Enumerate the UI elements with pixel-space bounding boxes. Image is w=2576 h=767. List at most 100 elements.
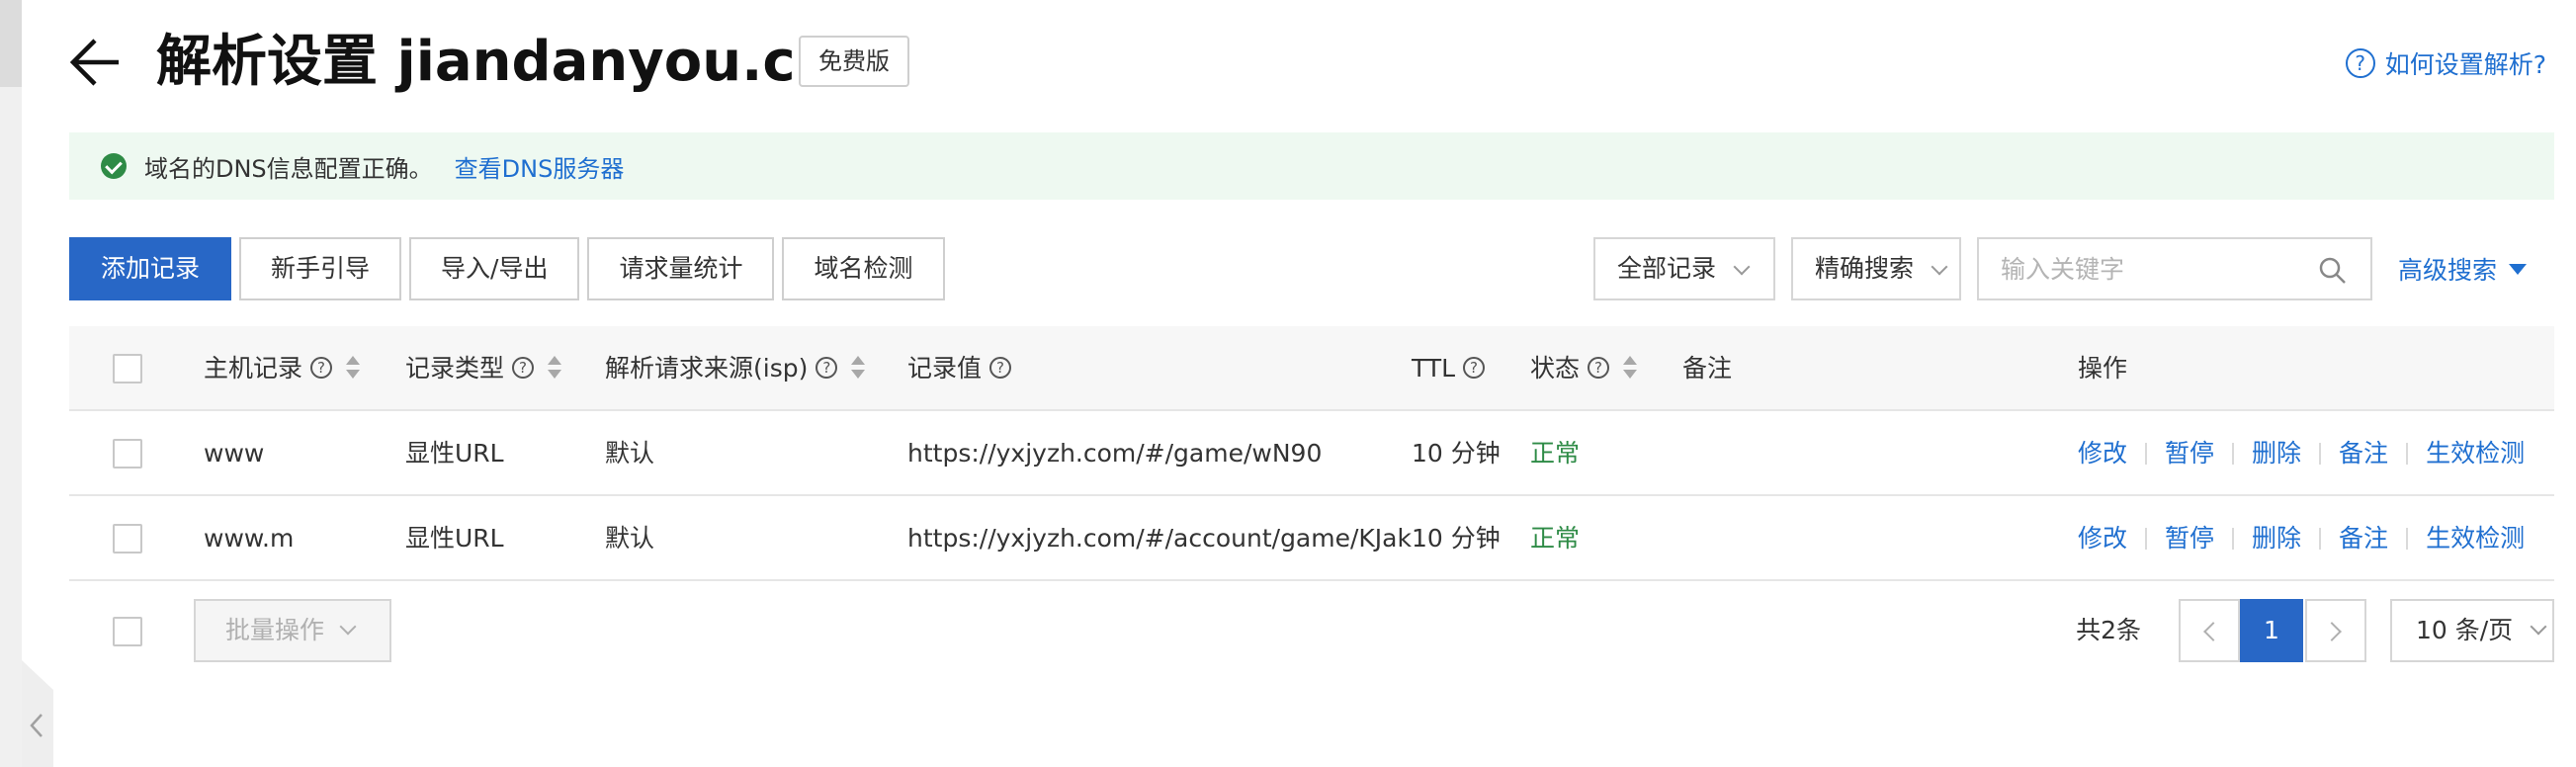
edit-link[interactable]: 修改 xyxy=(2078,411,2127,496)
footer-select-all-checkbox[interactable] xyxy=(113,617,142,646)
column-label: TTL xyxy=(1412,354,1456,383)
notice-message: 域名的DNS信息配置正确。 xyxy=(144,154,433,183)
column-label: 状态 xyxy=(1530,354,1581,383)
dns-status-notice: 域名的DNS信息配置正确。 查看DNS服务器 xyxy=(69,132,2554,200)
help-icon[interactable]: ? xyxy=(816,357,838,379)
column-label: 记录类型 xyxy=(405,354,505,383)
column-header-actions: 操作 xyxy=(2078,354,2128,383)
help-icon[interactable]: ? xyxy=(1588,357,1610,379)
help-icon[interactable]: ? xyxy=(310,357,333,379)
host-cell: www.m xyxy=(204,524,295,553)
chevron-down-icon xyxy=(1931,258,1948,276)
remark-link[interactable]: 备注 xyxy=(2339,496,2388,581)
chevron-down-icon xyxy=(1733,258,1751,276)
sort-icon[interactable] xyxy=(346,356,361,380)
table-header: 主机记录? 记录类型? 解析请求来源(isp)? 记录值? TTL? 状态? 备… xyxy=(69,326,2554,411)
host-cell: www xyxy=(204,439,265,468)
divider xyxy=(2145,443,2148,465)
advanced-search-label: 高级搜索 xyxy=(2398,256,2498,285)
table-row: www 显性URL 默认 https://yxjyzh.com/#/game/w… xyxy=(69,411,2554,496)
remark-link[interactable]: 备注 xyxy=(2339,411,2388,496)
column-label: 解析请求来源(isp) xyxy=(605,354,809,383)
sort-icon[interactable] xyxy=(1623,356,1638,380)
search-input[interactable] xyxy=(1979,239,2305,298)
sort-icon[interactable] xyxy=(851,356,866,380)
pause-link[interactable]: 暂停 xyxy=(2165,496,2214,581)
import-export-button[interactable]: 导入/导出 xyxy=(409,237,580,300)
divider xyxy=(2232,528,2235,550)
pause-link[interactable]: 暂停 xyxy=(2165,411,2214,496)
divider xyxy=(2406,443,2409,465)
beginner-guide-button[interactable]: 新手引导 xyxy=(239,237,402,300)
search-icon[interactable] xyxy=(2319,257,2347,285)
isp-cell: 默认 xyxy=(605,439,655,468)
column-header-value: 记录值? xyxy=(907,326,1012,411)
caret-down-icon xyxy=(2509,263,2528,275)
value-cell: https://yxjyzh.com/#/game/wN90 xyxy=(907,439,1323,468)
request-stats-button[interactable]: 请求量统计 xyxy=(587,237,775,300)
status-cell: 正常 xyxy=(1530,524,1581,553)
row-checkbox[interactable] xyxy=(113,524,142,554)
edition-badge: 免费版 xyxy=(799,36,909,87)
type-cell: 显性URL xyxy=(405,439,504,468)
batch-actions-dropdown[interactable]: 批量操作 xyxy=(194,599,391,662)
chevron-right-icon xyxy=(2322,622,2342,641)
divider xyxy=(2406,528,2409,550)
next-page-button[interactable] xyxy=(2305,599,2366,662)
column-header-isp[interactable]: 解析请求来源(isp)? xyxy=(605,326,866,411)
sort-icon[interactable] xyxy=(548,356,562,380)
column-header-status[interactable]: 状态? xyxy=(1530,326,1638,411)
chevron-down-icon xyxy=(339,618,357,636)
select-all-checkbox[interactable] xyxy=(113,354,142,384)
keyword-search-box xyxy=(1977,237,2372,300)
back-arrow-icon[interactable] xyxy=(69,38,123,87)
divider xyxy=(2319,528,2322,550)
edit-link[interactable]: 修改 xyxy=(2078,496,2127,581)
column-header-ttl: TTL? xyxy=(1412,326,1486,411)
help-icon[interactable]: ? xyxy=(512,357,535,379)
search-mode-value: 精确搜索 xyxy=(1815,254,1915,283)
record-toolbar: 添加记录 新手引导 导入/导出 请求量统计 域名检测 xyxy=(69,237,945,300)
prev-page-button[interactable] xyxy=(2179,599,2240,662)
help-icon[interactable]: ? xyxy=(989,357,1012,379)
column-header-type[interactable]: 记录类型? xyxy=(405,326,562,411)
table-footer: 批量操作 共2条 1 10 条/页 xyxy=(69,599,2554,666)
column-label: 记录值 xyxy=(907,354,983,383)
row-checkbox[interactable] xyxy=(113,439,142,469)
ttl-cell: 10 分钟 xyxy=(1412,524,1501,553)
sidebar-collapse-handle[interactable] xyxy=(22,660,53,767)
help-link[interactable]: ? 如何设置解析? xyxy=(2345,43,2546,83)
page-size-select[interactable]: 10 条/页 xyxy=(2390,599,2554,662)
domain-check-button[interactable]: 域名检测 xyxy=(782,237,945,300)
add-record-button[interactable]: 添加记录 xyxy=(69,237,232,300)
column-header-host[interactable]: 主机记录? xyxy=(204,326,361,411)
verify-link[interactable]: 生效检测 xyxy=(2426,411,2525,496)
page-number-current[interactable]: 1 xyxy=(2240,599,2303,662)
ttl-cell: 10 分钟 xyxy=(1412,439,1501,468)
divider xyxy=(2319,443,2322,465)
type-cell: 显性URL xyxy=(405,524,504,553)
chevron-left-icon xyxy=(30,714,43,737)
search-mode-select[interactable]: 精确搜索 xyxy=(1791,237,1961,300)
verify-link[interactable]: 生效检测 xyxy=(2426,496,2525,581)
row-actions: 修改 暂停 删除 备注 生效检测 xyxy=(2078,411,2525,496)
question-circle-icon: ? xyxy=(2345,48,2375,78)
view-dns-servers-link[interactable]: 查看DNS服务器 xyxy=(455,149,625,184)
success-check-icon xyxy=(101,153,127,179)
chevron-down-icon xyxy=(2530,618,2547,636)
delete-link[interactable]: 删除 xyxy=(2252,496,2301,581)
delete-link[interactable]: 删除 xyxy=(2252,411,2301,496)
left-sidebar-strip xyxy=(0,0,22,767)
page-title: 解析设置 jiandanyou.cn xyxy=(156,30,835,94)
status-cell: 正常 xyxy=(1530,439,1581,468)
divider xyxy=(2232,443,2235,465)
batch-actions-label: 批量操作 xyxy=(225,616,325,644)
table-row: www.m 显性URL 默认 https://yxjyzh.com/#/acco… xyxy=(69,496,2554,581)
column-label: 主机记录 xyxy=(204,354,303,383)
advanced-search-toggle[interactable]: 高级搜索 xyxy=(2398,237,2528,300)
record-filter-select[interactable]: 全部记录 xyxy=(1593,237,1775,300)
help-icon[interactable]: ? xyxy=(1463,357,1486,379)
isp-cell: 默认 xyxy=(605,524,655,553)
help-link-label: 如何设置解析? xyxy=(2384,50,2546,79)
value-cell: https://yxjyzh.com/#/account/game/KJak xyxy=(907,524,1412,553)
